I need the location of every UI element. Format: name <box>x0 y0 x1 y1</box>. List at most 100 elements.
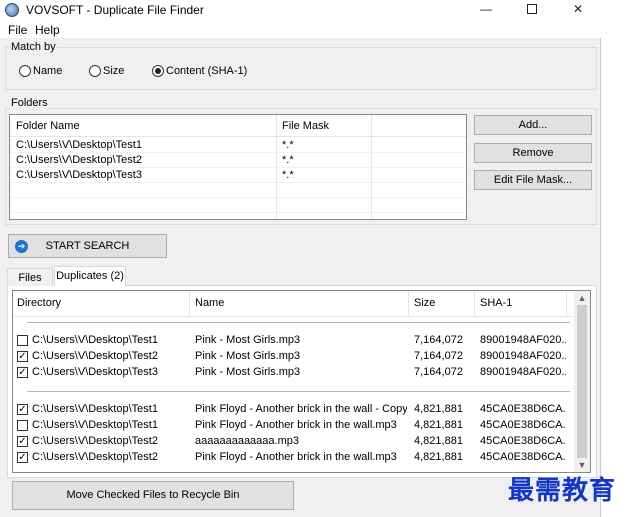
row-checkbox[interactable]: ✓ <box>17 367 28 378</box>
folder-mask: *.* <box>282 154 294 166</box>
cell-size: 7,164,072 <box>414 334 463 346</box>
move-to-recycle-bin-button[interactable]: Move Checked Files to Recycle Bin <box>12 481 294 510</box>
radio-circle[interactable] <box>152 65 164 77</box>
column-divider <box>566 291 567 317</box>
folders-table[interactable]: Folder Name File Mask C:\Users\V\Desktop… <box>9 114 467 220</box>
duplicate-row[interactable]: C:\Users\V\Desktop\Test1 Pink Floyd - Ano… <box>13 418 574 434</box>
cell-size: 4,821,881 <box>414 419 463 431</box>
column-divider <box>189 291 190 317</box>
column-divider <box>408 291 409 317</box>
row-checkbox[interactable]: ✓ <box>17 452 28 463</box>
duplicates-list-header: Directory Name Size SHA-1 <box>13 291 574 317</box>
folder-path: C:\Users\V\Desktop\Test3 <box>16 169 142 181</box>
duplicate-row[interactable]: ✓ C:\Users\V\Desktop\Test2 aaaaaaaaaaaaa.m… <box>13 434 574 450</box>
add-folder-button[interactable]: Add... <box>474 115 592 135</box>
cell-name: Pink - Most Girls.mp3 <box>195 366 301 378</box>
maximize-icon <box>527 3 537 14</box>
column-folder-name[interactable]: Folder Name <box>16 120 80 132</box>
column-divider <box>474 291 475 317</box>
row-checkbox[interactable]: ✓ <box>17 404 28 415</box>
edit-file-mask-button[interactable]: Edit File Mask... <box>474 170 592 190</box>
column-sha1[interactable]: SHA-1 <box>480 297 512 309</box>
start-search-label: START SEARCH <box>45 240 130 252</box>
column-name[interactable]: Name <box>195 297 224 309</box>
folder-path: C:\Users\V\Desktop\Test1 <box>16 139 142 151</box>
remove-folder-button[interactable]: Remove <box>474 143 592 163</box>
folders-table-header: Folder Name File Mask <box>10 115 466 137</box>
row-checkbox[interactable]: ✓ <box>17 351 28 362</box>
arrow-right-icon: ➔ <box>15 240 28 253</box>
cell-name: Pink Floyd - Another brick in the wall.m… <box>195 451 397 463</box>
column-directory[interactable]: Directory <box>17 297 61 309</box>
row-checkbox[interactable]: ✓ <box>17 436 28 447</box>
cell-sha1: 45CA0E38D6CA... <box>480 403 566 415</box>
duplicate-row[interactable]: ✓ C:\Users\V\Desktop\Test2 Pink - Most Gir… <box>13 349 574 365</box>
menu-file[interactable]: File <box>8 23 27 37</box>
minimize-button[interactable]: — <box>463 0 509 20</box>
cell-name: Pink Floyd - Another brick in the wall -… <box>195 403 407 415</box>
group-separator <box>27 391 570 392</box>
cell-size: 4,821,881 <box>414 451 463 463</box>
close-button[interactable]: ✕ <box>555 0 601 20</box>
folders-label: Folders <box>10 97 49 109</box>
folder-mask: *.* <box>282 139 294 151</box>
cell-sha1: 45CA0E38D6CA... <box>480 419 566 431</box>
row-checkbox[interactable] <box>17 420 28 431</box>
radio-label: Name <box>33 65 63 77</box>
cell-sha1: 45CA0E38D6CA... <box>480 435 566 447</box>
tab-duplicates[interactable]: Duplicates (2) <box>54 266 126 286</box>
duplicate-row[interactable]: ✓ C:\Users\V\Desktop\Test2 Pink Floyd - An… <box>13 450 574 466</box>
title-bar: VOVSOFT - Duplicate File Finder — ✕ <box>0 0 601 20</box>
cell-name: Pink Floyd - Another brick in the wall.m… <box>195 419 397 431</box>
folder-row[interactable] <box>10 198 466 213</box>
folder-row[interactable]: C:\Users\V\Desktop\Test3 *.* <box>10 168 466 183</box>
duplicate-row[interactable]: C:\Users\V\Desktop\Test1 Pink - Most Girl… <box>13 333 574 349</box>
column-file-mask[interactable]: File Mask <box>282 120 329 132</box>
folder-row[interactable] <box>10 183 466 198</box>
duplicates-list[interactable]: Directory Name Size SHA-1 C:\Users\V\Des… <box>12 290 591 473</box>
start-search-button[interactable]: ➔ START SEARCH <box>8 234 167 258</box>
cell-dir: C:\Users\V\Desktop\Test3 <box>32 366 158 378</box>
main-window: VOVSOFT - Duplicate File Finder — ✕ File… <box>0 0 601 517</box>
scrollbar-thumb[interactable] <box>577 305 587 458</box>
watermark-text: 最需教育 <box>508 476 617 506</box>
group-separator <box>27 322 570 323</box>
cell-dir: C:\Users\V\Desktop\Test1 <box>32 334 158 346</box>
cell-size: 7,164,072 <box>414 350 463 362</box>
cell-name: Pink - Most Girls.mp3 <box>195 334 301 346</box>
cell-dir: C:\Users\V\Desktop\Test2 <box>32 350 158 362</box>
folder-mask: *.* <box>282 169 294 181</box>
cell-name: Pink - Most Girls.mp3 <box>195 350 301 362</box>
folder-row[interactable]: C:\Users\V\Desktop\Test2 *.* <box>10 153 466 168</box>
cell-size: 4,821,881 <box>414 435 463 447</box>
cell-sha1: 89001948AF020... <box>480 334 566 346</box>
folder-row[interactable]: C:\Users\V\Desktop\Test1 *.* <box>10 138 466 153</box>
menu-bar: File Help <box>0 20 601 38</box>
cell-dir: C:\Users\V\Desktop\Test2 <box>32 451 158 463</box>
row-checkbox[interactable] <box>17 335 28 346</box>
radio-circle[interactable] <box>89 65 101 77</box>
duplicate-row[interactable]: ✓ C:\Users\V\Desktop\Test1 Pink Floyd - An… <box>13 402 574 418</box>
window-title: VOVSOFT - Duplicate File Finder <box>26 3 204 17</box>
vertical-scrollbar[interactable]: ▲ ▼ <box>574 291 590 472</box>
folder-path: C:\Users\V\Desktop\Test2 <box>16 154 142 166</box>
cell-sha1: 89001948AF020... <box>480 366 566 378</box>
radio-label: Size <box>103 65 125 77</box>
cell-sha1: 89001948AF020... <box>480 350 566 362</box>
column-size[interactable]: Size <box>414 297 435 309</box>
cell-size: 4,821,881 <box>414 403 463 415</box>
cell-size: 7,164,072 <box>414 366 463 378</box>
menu-help[interactable]: Help <box>35 23 60 37</box>
app-icon <box>5 3 19 17</box>
maximize-button[interactable] <box>509 0 555 20</box>
tab-files[interactable]: Files (50) <box>7 268 53 302</box>
cell-dir: C:\Users\V\Desktop\Test2 <box>32 435 158 447</box>
cell-sha1: 45CA0E38D6CA... <box>480 451 566 463</box>
radio-label: Content (SHA-1) <box>166 65 248 77</box>
radio-circle[interactable] <box>19 65 31 77</box>
cell-dir: C:\Users\V\Desktop\Test1 <box>32 419 158 431</box>
cell-dir: C:\Users\V\Desktop\Test1 <box>32 403 158 415</box>
chevron-up-icon[interactable]: ▲ <box>574 291 590 305</box>
duplicate-row[interactable]: ✓ C:\Users\V\Desktop\Test3 Pink - Most Gir… <box>13 365 574 381</box>
cell-name: aaaaaaaaaaaaa.mp3 <box>195 435 299 447</box>
